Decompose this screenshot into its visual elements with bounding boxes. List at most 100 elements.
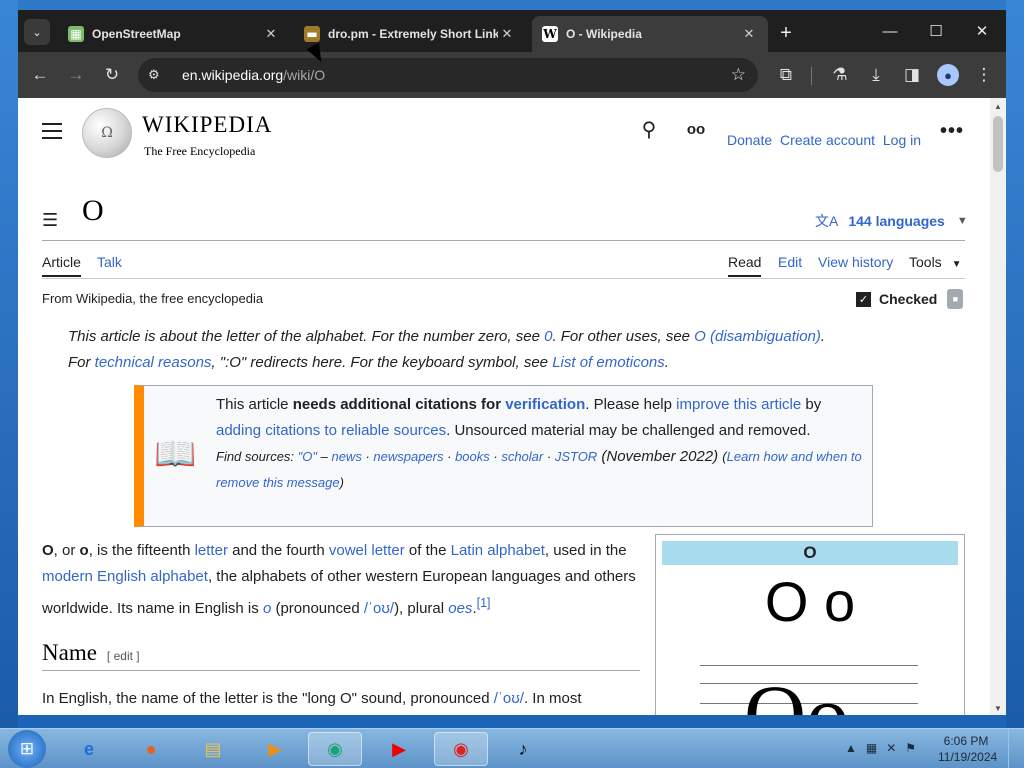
link-vowel-letter[interactable]: vowel letter <box>329 542 405 559</box>
tab-search-button[interactable]: ⌄ <box>24 19 50 45</box>
separator: · <box>543 449 555 464</box>
paren: ) <box>339 475 344 490</box>
minimize-button[interactable]: — <box>870 18 910 44</box>
reference-1[interactable]: [1] <box>477 596 491 610</box>
close-window-button[interactable]: ✕ <box>962 18 1002 44</box>
tools-label: Tools <box>909 254 942 270</box>
wikipedia-globe-logo[interactable]: Ω <box>82 108 132 158</box>
profile-avatar-icon[interactable]: ● <box>937 64 959 86</box>
link-oes[interactable]: oes <box>448 600 472 617</box>
login-link[interactable]: Log in <box>883 132 921 148</box>
body-text: and the fourth <box>227 542 329 559</box>
wikipedia-wordmark[interactable]: WIKIPEDIA <box>142 112 272 138</box>
browser-menu-icon[interactable]: ⋮ <box>972 63 996 87</box>
language-button[interactable]: 文A 144 languages ▼ <box>815 211 968 231</box>
site-info-icon[interactable]: ⚙ <box>148 67 168 83</box>
link-improve-article[interactable]: improve this article <box>676 396 801 413</box>
main-menu-icon[interactable] <box>42 123 62 139</box>
url-text[interactable]: en.wikipedia.org/wiki/O <box>182 67 325 83</box>
notice-text: This article needs additional citations … <box>216 392 866 496</box>
youtube-icon[interactable]: ▶ <box>372 732 426 766</box>
side-panel-icon[interactable]: ◨ <box>900 63 924 87</box>
clock-date: 11/19/2024 <box>938 750 998 764</box>
tab-view-history[interactable]: View history <box>818 254 893 270</box>
book-question-icon: 📖 <box>154 435 197 473</box>
network-icon[interactable]: ▦ <box>866 741 877 755</box>
checked-status[interactable]: ✓ Checked ■ <box>856 289 964 309</box>
link-modern-english-alphabet[interactable]: modern English alphabet <box>42 568 208 585</box>
tab-read[interactable]: Read <box>728 254 762 277</box>
link-adding-citations[interactable]: adding citations to reliable sources <box>216 422 446 439</box>
search-icon[interactable]: ⚲ <box>638 118 660 141</box>
scrollbar-thumb[interactable] <box>993 116 1003 172</box>
donate-link[interactable]: Donate <box>727 132 772 148</box>
action-center-flag-icon[interactable]: ⚑ <box>905 741 916 755</box>
more-options-icon[interactable]: ••• <box>940 120 964 143</box>
volume-muted-icon[interactable]: ✕ <box>886 741 896 755</box>
system-tray: ▲ ▦ ✕ ⚑ <box>845 741 916 755</box>
chrome-dev-icon[interactable]: ◉ <box>308 732 362 766</box>
tools-dropdown[interactable]: Tools ▼ <box>909 254 961 270</box>
media-player-icon[interactable]: ▶ <box>248 732 302 766</box>
bold-term: o <box>79 542 89 559</box>
internet-explorer-icon[interactable]: e <box>62 732 116 766</box>
toolbar-divider <box>811 67 812 85</box>
chrome-icon[interactable]: ◉ <box>434 732 488 766</box>
close-tab-icon[interactable]: ✕ <box>498 25 516 43</box>
appearance-glasses-icon[interactable]: oo <box>684 118 708 140</box>
maximize-button[interactable]: ☐ <box>916 18 956 44</box>
link-news[interactable]: news <box>331 449 361 464</box>
page-scrollbar[interactable]: ▲ ▼ <box>990 98 1006 715</box>
link-ipa[interactable]: /ˈoʊ/ <box>364 600 394 617</box>
link-newspapers[interactable]: newspapers <box>373 449 443 464</box>
create-account-link[interactable]: Create account <box>780 132 875 148</box>
link-scholar[interactable]: scholar <box>501 449 543 464</box>
notice-bold: needs additional citations for <box>292 396 506 413</box>
tab-edit[interactable]: Edit <box>778 254 802 270</box>
forward-button[interactable]: → <box>64 63 88 87</box>
link-letter[interactable]: letter <box>195 542 228 559</box>
hatnote-text: . <box>820 328 826 345</box>
hatnote-text: . <box>664 354 669 371</box>
start-button[interactable]: ⊞ <box>8 730 46 768</box>
show-hidden-icons-icon[interactable]: ▲ <box>845 741 857 755</box>
close-tab-icon[interactable]: ✕ <box>262 25 280 43</box>
link-ipa[interactable]: /ˈoʊ/ <box>494 690 524 707</box>
extensions-puzzle-icon[interactable]: ⧉ <box>774 63 798 87</box>
download-icon[interactable]: ⤓ <box>864 63 888 87</box>
system-clock[interactable]: 6:06 PM 11/19/2024 <box>938 733 998 765</box>
tab-wikipedia[interactable]: W O - Wikipedia ✕ <box>532 16 768 52</box>
firefox-icon[interactable]: ● <box>124 732 178 766</box>
file-explorer-icon[interactable]: ▤ <box>186 732 240 766</box>
language-count: 144 languages <box>848 213 945 229</box>
bookmark-star-icon[interactable]: ☆ <box>731 65 746 85</box>
table-of-contents-icon[interactable]: ☰ <box>42 210 58 231</box>
link-o-disambiguation[interactable]: O (disambiguation) <box>694 328 821 345</box>
tab-article[interactable]: Article <box>42 254 81 277</box>
address-bar[interactable]: ⚙ en.wikipedia.org/wiki/O ☆ <box>138 58 758 92</box>
tab-dro-pm[interactable]: ▬ dro.pm - Extremely Short Links ✕ <box>294 16 526 52</box>
back-button[interactable]: ← <box>28 63 52 87</box>
new-tab-button[interactable]: + <box>774 21 798 45</box>
link-list-of-emoticons[interactable]: List of emoticons <box>552 354 665 371</box>
body-text: In English, the name of the letter is th… <box>42 690 494 707</box>
tiktok-icon[interactable]: ♪ <box>496 732 550 766</box>
tab-openstreetmap[interactable]: ▦ OpenStreetMap ✕ <box>58 16 290 52</box>
link-query-o[interactable]: "O" <box>298 449 317 464</box>
labs-flask-icon[interactable]: ⚗ <box>828 63 852 87</box>
scroll-down-icon[interactable]: ▼ <box>994 704 1002 713</box>
link-latin-alphabet[interactable]: Latin alphabet <box>451 542 545 559</box>
reload-button[interactable]: ↻ <box>100 63 124 87</box>
scroll-up-icon[interactable]: ▲ <box>994 102 1002 111</box>
dro-favicon-icon: ▬ <box>304 26 320 42</box>
hatnote-text: For <box>68 354 95 371</box>
body-text: , is the fifteenth <box>88 542 195 559</box>
link-technical-reasons[interactable]: technical reasons <box>95 354 212 371</box>
section-edit-link[interactable]: [ edit ] <box>107 649 140 663</box>
show-desktop-button[interactable] <box>1008 729 1024 768</box>
tab-talk[interactable]: Talk <box>97 254 122 270</box>
link-verification[interactable]: verification <box>505 396 585 413</box>
link-books[interactable]: books <box>455 449 490 464</box>
close-tab-icon[interactable]: ✕ <box>740 25 758 43</box>
link-jstor[interactable]: JSTOR <box>555 449 597 464</box>
